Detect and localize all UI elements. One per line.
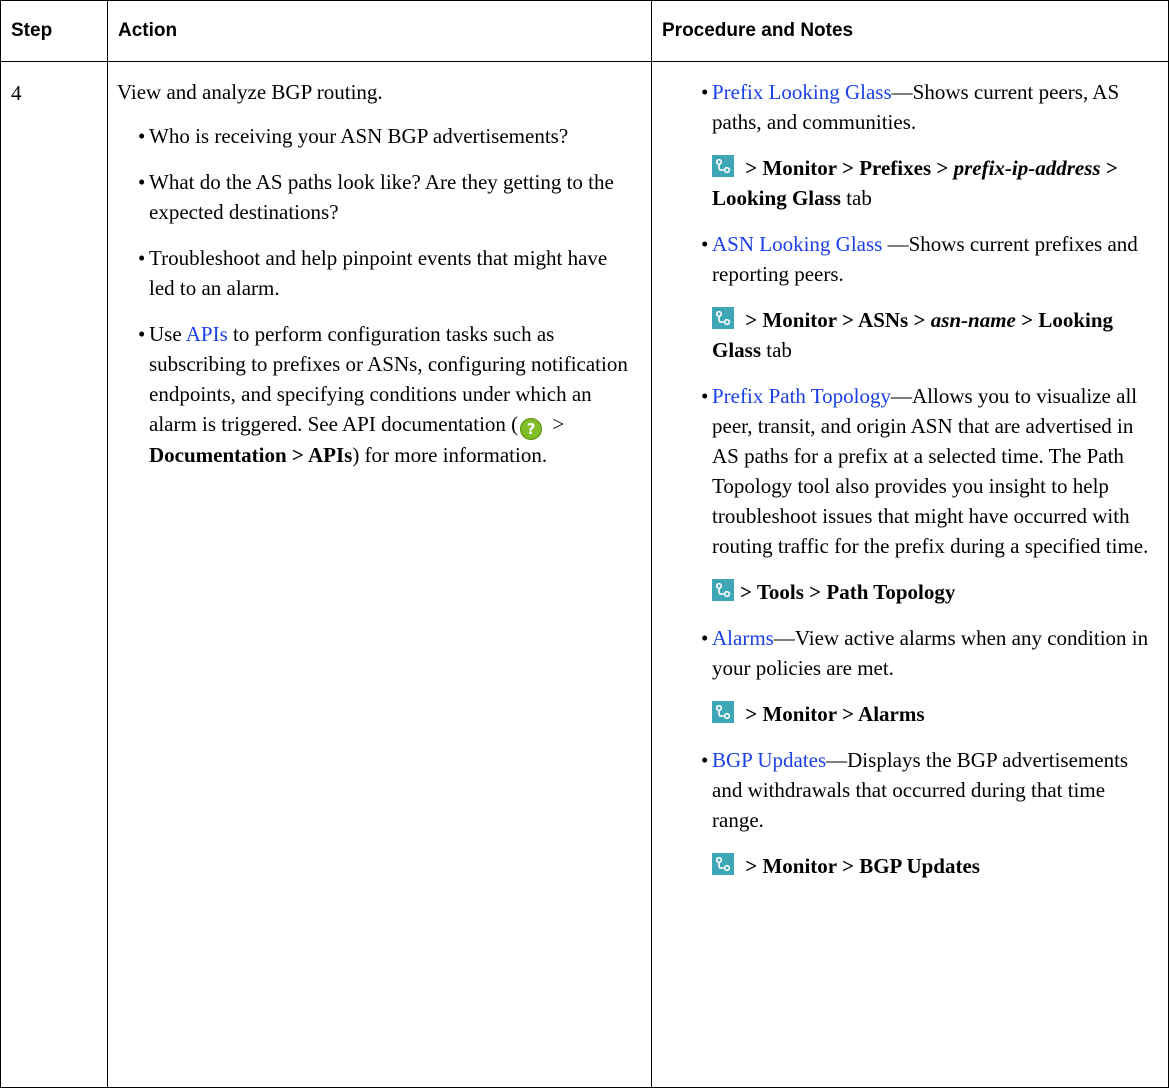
topology-icon[interactable] [712,701,734,723]
step-number: 4 [0,61,108,1088]
prefix-path-topology-link[interactable]: Prefix Path Topology [712,384,891,408]
header-action: Action [107,0,652,62]
topology-icon[interactable] [712,307,734,329]
list-item: ASN Looking Glass —Shows current prefixe… [701,229,1150,289]
documentation-apis-path: Documentation > APIs [149,443,353,467]
topology-icon[interactable] [712,853,734,875]
action-intro: View and analyze BGP routing. [117,80,383,104]
nav-path-prefix-looking-glass: > Monitor > Prefixes > prefix-ip-address… [712,155,1118,210]
procedure-list: BGP Updates—Displays the BGP advertiseme… [701,745,1150,835]
apis-link[interactable]: APIs [186,322,228,346]
topology-icon[interactable] [712,155,734,177]
list-item: BGP Updates—Displays the BGP advertiseme… [701,745,1150,835]
bgp-updates-link[interactable]: BGP Updates [712,748,826,772]
header-row: Step Action Procedure and Notes [0,0,1169,62]
table-row: 4 View and analyze BGP routing. Who is r… [0,61,1169,1088]
header-procedure: Procedure and Notes [651,0,1169,62]
action-bullets: Who is receiving your ASN BGP advertisem… [117,121,637,470]
topology-icon[interactable] [712,579,734,601]
nav-path-bgp-updates: > Monitor > BGP Updates [712,851,1150,881]
nav-path-alarms: > Monitor > Alarms [712,699,1150,729]
procedure-list: ASN Looking Glass —Shows current prefixe… [701,229,1150,289]
nav-path-asn-looking-glass: > Monitor > ASNs > asn-name > Looking Gl… [712,307,1114,362]
help-icon[interactable]: ? [520,418,543,440]
list-item: Prefix Looking Glass—Shows current peers… [701,77,1150,137]
prefix-looking-glass-link[interactable]: Prefix Looking Glass [712,80,892,104]
list-item: Prefix Path Topology—Allows you to visua… [701,381,1150,561]
procedure-table: Step Action Procedure and Notes 4 View a… [0,0,1169,1088]
list-item: What do the AS paths look like? Are they… [138,167,637,227]
list-item: Who is receiving your ASN BGP advertisem… [138,121,637,151]
alarms-link[interactable]: Alarms [712,626,774,650]
header-step: Step [0,0,108,62]
asn-looking-glass-link[interactable]: ASN Looking Glass [712,232,882,256]
procedure-list: Prefix Looking Glass—Shows current peers… [701,77,1150,137]
procedure-list: Alarms—View active alarms when any condi… [701,623,1150,683]
list-item: Alarms—View active alarms when any condi… [701,623,1150,683]
list-item: Troubleshoot and help pinpoint events th… [138,243,637,303]
procedure-cell: Prefix Looking Glass—Shows current peers… [651,61,1169,1088]
nav-path-path-topology: > Tools > Path Topology [712,577,1150,607]
action-cell: View and analyze BGP routing. Who is rec… [107,61,652,1088]
list-item-apis: Use APIs to perform configuration tasks … [138,319,637,470]
procedure-list: Prefix Path Topology—Allows you to visua… [701,381,1150,561]
